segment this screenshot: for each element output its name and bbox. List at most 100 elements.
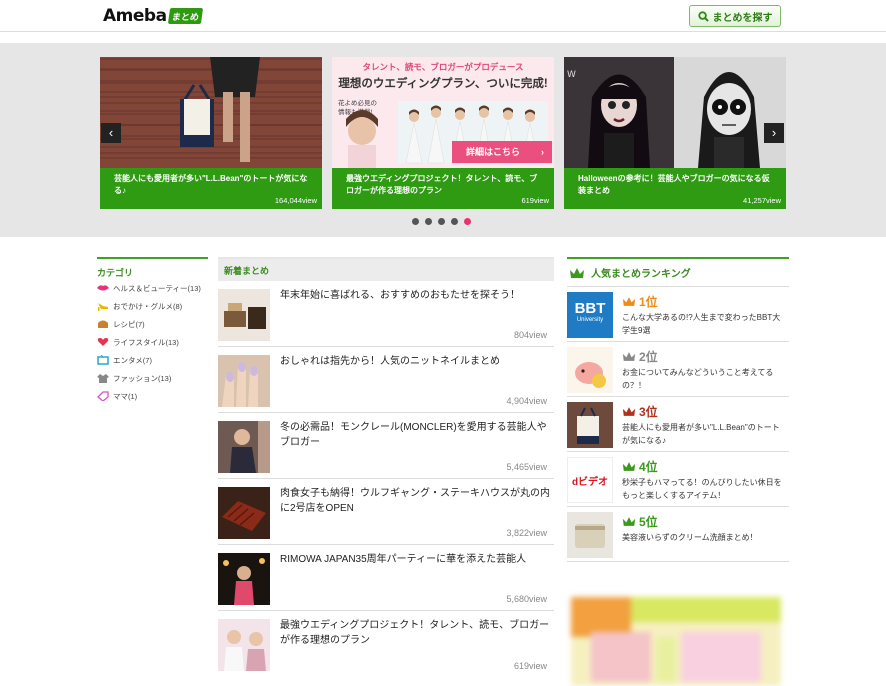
prev-slide-button[interactable]: ‹ [101, 123, 121, 143]
ranking-item[interactable]: 2位 お金についてみんなどういうこと考えてるの？！ [567, 342, 789, 397]
crown-icon [622, 297, 636, 306]
logo-badge: まとめ [167, 8, 203, 24]
carousel-dot[interactable] [425, 218, 432, 225]
chevron-right-icon: › [771, 125, 777, 140]
article-thumbnail [218, 289, 270, 341]
ameba-logo[interactable]: Ameba まとめ [103, 6, 203, 26]
ranking-text: 芸能人にも愛用者が多い"L.L.Bean"のトートが気になる♪ [622, 423, 780, 445]
article-item[interactable]: おしゃれは指先から！人気のニットネイルまとめ 4,904view [218, 347, 554, 413]
slide-caption: 最強ウエディングプロジェクト！タレント、読モ、ブロガーが作る理想のプラン 619… [332, 168, 554, 209]
article-views: 619view [513, 661, 547, 671]
category-item[interactable]: ファッション(13) [97, 369, 208, 387]
article-item[interactable]: 最強ウエディングプロジェクト！タレント、読モ、ブロガーが作る理想のプラン 619… [218, 611, 554, 677]
article-title: 冬の必需品！モンクレール(MONCLER)を愛用する芸能人やブロガー [280, 422, 547, 448]
category-title: カテゴリ [97, 257, 208, 279]
article-title: おしゃれは指先から！人気のニットネイルまとめ [280, 356, 500, 367]
article-thumbnail [218, 619, 270, 671]
next-slide-button[interactable]: › [764, 123, 784, 143]
category-item[interactable]: レシピ(7) [97, 315, 208, 333]
clothes-icon [97, 373, 109, 383]
bread-icon [97, 319, 109, 329]
article-item[interactable]: RIMOWA JAPAN35周年パーティーに華を添えた芸能人 5,680view [218, 545, 554, 611]
article-title: RIMOWA JAPAN35周年パーティーに華を添えた芸能人 [280, 554, 527, 565]
crown-icon [622, 352, 636, 361]
article-views: 5,465view [506, 462, 547, 472]
crown-icon [570, 267, 584, 278]
slide-image-wedding-promo: タレント、読モ、ブロガーがプロデュース 理想のウエディングプラン、ついに完成! … [332, 57, 554, 168]
category-item[interactable]: ママ(1) [97, 387, 208, 405]
rank-position: 5位 [622, 513, 658, 530]
category-label: おでかけ・グルメ(8) [113, 301, 183, 311]
slide-views: 164,044view [274, 196, 317, 205]
rank-position: 4位 [622, 458, 658, 475]
slide-views: 619view [521, 196, 549, 205]
hero-slide-3[interactable]: W Halloweenの参考に！芸能人やブロガーの気になる仮装まとめ 41,25… [564, 57, 786, 209]
category-item[interactable]: おでかけ・グルメ(8) [97, 297, 208, 315]
category-label: ママ(1) [113, 391, 138, 401]
article-views: 3,822view [506, 528, 547, 538]
article-views: 804view [513, 330, 547, 340]
article-views: 4,904view [506, 396, 547, 406]
category-label: エンタメ(7) [113, 355, 152, 365]
ranking-item[interactable]: dビデオ 4位 秒栄子もハマってる！のんびりしたい休日をもっと楽しくするアイテム… [567, 452, 789, 507]
carousel-dot-active[interactable] [464, 218, 471, 225]
crown-icon [622, 462, 636, 471]
ranking-text: 美容液いらずのクリーム洗顔まとめ！ [622, 533, 758, 542]
rank-position: 3位 [622, 403, 658, 420]
search-icon [697, 10, 709, 22]
tag-icon [97, 391, 109, 401]
category-item[interactable]: ライフスタイル(13) [97, 333, 208, 351]
category-label: ヘルス＆ビューティー(13) [113, 283, 201, 293]
carousel-dot[interactable] [412, 218, 419, 225]
new-articles-panel: 新着まとめ 年末年始に喜ばれる、おすすめのおもたせを探そう！ 804view お… [218, 257, 554, 677]
promo-detail-button[interactable]: 詳細はこちら › [452, 141, 552, 163]
category-item[interactable]: エンタメ(7) [97, 351, 208, 369]
ranking-item[interactable]: 5位 美容液いらずのクリーム洗顔まとめ！ [567, 507, 789, 562]
search-button[interactable]: まとめを探す [689, 5, 781, 27]
article-title: 最強ウエディングプロジェクト！タレント、読モ、ブロガーが作る理想のプラン [280, 620, 550, 646]
category-panel: カテゴリ ヘルス＆ビューティー(13) おでかけ・グルメ(8) レシピ(7) ラ… [97, 257, 208, 405]
category-label: ファッション(13) [113, 373, 172, 383]
heel-icon [97, 301, 109, 311]
carousel-dot[interactable] [438, 218, 445, 225]
article-title: 年末年始に喜ばれる、おすすめのおもたせを探そう！ [280, 290, 520, 301]
article-thumbnail [218, 553, 270, 605]
carousel-dot[interactable] [451, 218, 458, 225]
slide-image-tote [100, 57, 322, 168]
article-item[interactable]: 冬の必需品！モンクレール(MONCLER)を愛用する芸能人やブロガー 5,465… [218, 413, 554, 479]
ranking-text: 秒栄子もハマってる！のんびりしたい休日をもっと楽しくするアイテム！ [622, 478, 782, 500]
article-thumbnail [218, 487, 270, 539]
slide-views: 41,257view [743, 196, 781, 205]
article-thumbnail [218, 421, 270, 473]
slide-caption: Halloweenの参考に！芸能人やブロガーの気になる仮装まとめ 41,257v… [564, 168, 786, 209]
ranking-thumbnail [567, 402, 613, 448]
ranking-item[interactable]: BBT University 1位 こんな大学あるの!?人生まで変わったBBT大… [567, 287, 789, 342]
article-item[interactable]: 肉食女子も納得！ウルフギャング・ステーキハウスが丸の内に2号店をOPEN 3,8… [218, 479, 554, 545]
hero-carousel: 芸能人にも愛用者が多い"L.L.Bean"のトートが気になる♪ 164,044v… [0, 43, 886, 237]
ranking-thumbnail: BBT University [567, 292, 613, 338]
lips-icon [97, 283, 109, 293]
svg-text:W: W [567, 70, 576, 80]
chevron-left-icon: ‹ [108, 125, 114, 140]
category-item[interactable]: ヘルス＆ビューティー(13) [97, 279, 208, 297]
crown-icon [622, 407, 636, 416]
chevron-right-icon: › [541, 147, 544, 157]
logo-text: Ameba [103, 6, 167, 26]
ranking-thumbnail: dビデオ [567, 457, 613, 503]
rank-position: 1位 [622, 293, 658, 310]
ranking-text: お金についてみんなどういうこと考えてるの？！ [622, 368, 774, 390]
category-label: レシピ(7) [113, 319, 145, 329]
slide-caption: 芸能人にも愛用者が多い"L.L.Bean"のトートが気になる♪ 164,044v… [100, 168, 322, 209]
new-articles-title: 新着まとめ [218, 257, 554, 281]
ranking-item[interactable]: 3位 芸能人にも愛用者が多い"L.L.Bean"のトートが気になる♪ [567, 397, 789, 452]
hero-slide-1[interactable]: 芸能人にも愛用者が多い"L.L.Bean"のトートが気になる♪ 164,044v… [100, 57, 322, 209]
hero-slide-2[interactable]: タレント、読モ、ブロガーがプロデュース 理想のウエディングプラン、ついに完成! … [332, 57, 554, 209]
advertisement-banner[interactable] [571, 597, 781, 686]
rank-position: 2位 [622, 348, 658, 365]
crown-icon [622, 517, 636, 526]
article-item[interactable]: 年末年始に喜ばれる、おすすめのおもたせを探そう！ 804view [218, 281, 554, 347]
category-label: ライフスタイル(13) [113, 337, 179, 347]
ranking-title: 人気まとめランキング [567, 257, 789, 287]
header: Ameba まとめ まとめを探す [0, 0, 886, 32]
article-views: 5,680view [506, 594, 547, 604]
